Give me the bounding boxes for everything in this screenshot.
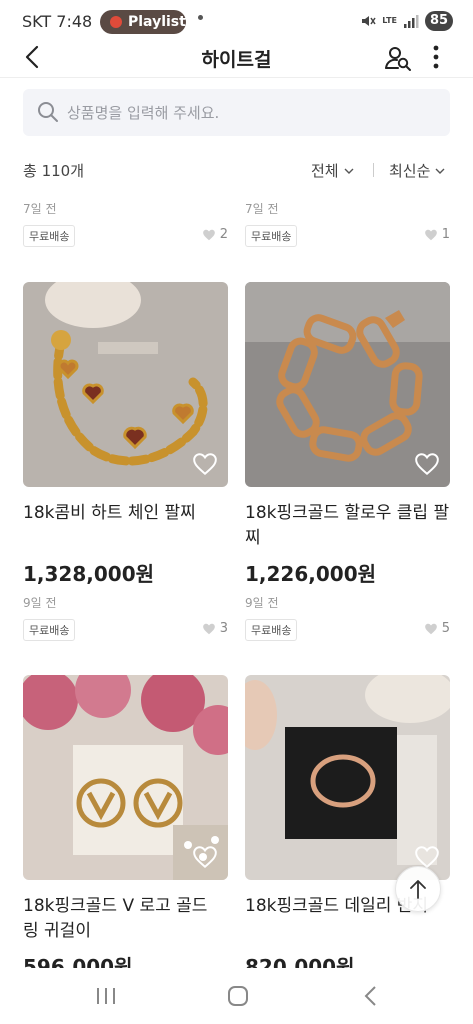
- product-price: 1,226,000원: [245, 562, 377, 586]
- category-filter-label: 전체: [311, 162, 339, 180]
- more-vertical-icon[interactable]: [424, 42, 448, 72]
- search-input[interactable]: [67, 89, 437, 136]
- product-name[interactable]: 18k핑크골드 V 로고 골드 링 귀걸이: [23, 894, 228, 944]
- product-image-heart-chain-bracelet[interactable]: [23, 282, 228, 487]
- heart-icon: [424, 623, 437, 634]
- mute-icon: [362, 16, 376, 26]
- posted-time: 7일 전: [23, 202, 57, 216]
- product-price: 1,328,000원: [23, 562, 155, 586]
- product-card-meta: 9일 전 무료배송 3: [23, 594, 228, 641]
- like-count: 2: [202, 227, 228, 242]
- app-header: 하이트걸: [0, 40, 473, 78]
- sort-filter-label: 최신순: [389, 162, 431, 180]
- product-card-meta[interactable]: 7일 전 무료배송 1: [245, 200, 450, 247]
- back-nav-icon[interactable]: [357, 982, 385, 1010]
- wishlist-heart-icon[interactable]: [192, 451, 218, 477]
- filter-divider: [373, 163, 374, 177]
- like-number: 2: [219, 227, 228, 242]
- free-shipping-badge: 무료배송: [245, 619, 298, 641]
- product-card-meta: 9일 전 무료배송 5: [245, 594, 450, 641]
- signal-icon: [404, 15, 419, 28]
- heart-icon: [424, 229, 437, 240]
- product-name[interactable]: 18k핑크골드 할로우 클립 팔찌: [245, 501, 450, 551]
- heart-icon: [202, 229, 215, 240]
- product-image-clip-chain-bracelet[interactable]: [245, 282, 450, 487]
- total-count: 총 110개: [23, 162, 84, 180]
- wishlist-heart-icon[interactable]: [192, 844, 218, 870]
- product-image-v-logo-earrings[interactable]: [23, 675, 228, 880]
- heart-icon: [202, 623, 215, 634]
- chevron-down-icon: [435, 168, 445, 174]
- like-number: 3: [219, 621, 228, 636]
- search-icon: [38, 102, 58, 122]
- posted-time: 9일 전: [23, 596, 57, 610]
- like-count: 3: [202, 621, 228, 636]
- system-nav-bar: [0, 968, 473, 1024]
- network-type: LTE: [382, 16, 397, 25]
- search-box: [23, 89, 450, 136]
- media-pill[interactable]: Playlist: [100, 10, 186, 34]
- category-filter[interactable]: 전체: [311, 160, 355, 181]
- like-count: 1: [424, 227, 450, 242]
- free-shipping-badge: 무료배송: [23, 619, 76, 641]
- battery-level: 85: [425, 11, 453, 31]
- sort-filter[interactable]: 최신순: [389, 160, 446, 181]
- free-shipping-badge: 무료배송: [23, 225, 76, 247]
- chevron-down-icon: [344, 168, 354, 174]
- free-shipping-badge: 무료배송: [245, 225, 298, 247]
- notification-dot-icon: [198, 15, 203, 20]
- badge-row: 무료배송 3: [23, 619, 228, 641]
- arrow-up-icon: [410, 880, 426, 899]
- recent-apps-icon[interactable]: [92, 982, 120, 1010]
- product-name[interactable]: 18k콤비 하트 체인 팔찌: [23, 501, 228, 526]
- carrier-time: SKT 7:48: [22, 12, 93, 31]
- posted-time: 9일 전: [245, 596, 279, 610]
- badge-row: 무료배송 2: [23, 225, 228, 247]
- badge-row: 무료배송 5: [245, 619, 450, 641]
- product-image-daily-ring[interactable]: [245, 675, 450, 880]
- wishlist-heart-icon[interactable]: [414, 451, 440, 477]
- status-bar: SKT 7:48 Playlist LTE 85: [0, 0, 473, 40]
- posted-time: 7일 전: [245, 202, 279, 216]
- like-count: 5: [424, 621, 450, 636]
- like-number: 5: [441, 621, 450, 636]
- user-search-icon[interactable]: [384, 44, 412, 72]
- product-card-meta[interactable]: 7일 전 무료배송 2: [23, 200, 228, 247]
- like-number: 1: [441, 227, 450, 242]
- scroll-to-top-button[interactable]: [395, 866, 441, 912]
- badge-row: 무료배송 1: [245, 225, 450, 247]
- status-icons: LTE 85: [360, 10, 453, 32]
- media-label: Playlist: [128, 14, 186, 30]
- music-icon: [110, 16, 122, 28]
- home-icon[interactable]: [224, 982, 252, 1010]
